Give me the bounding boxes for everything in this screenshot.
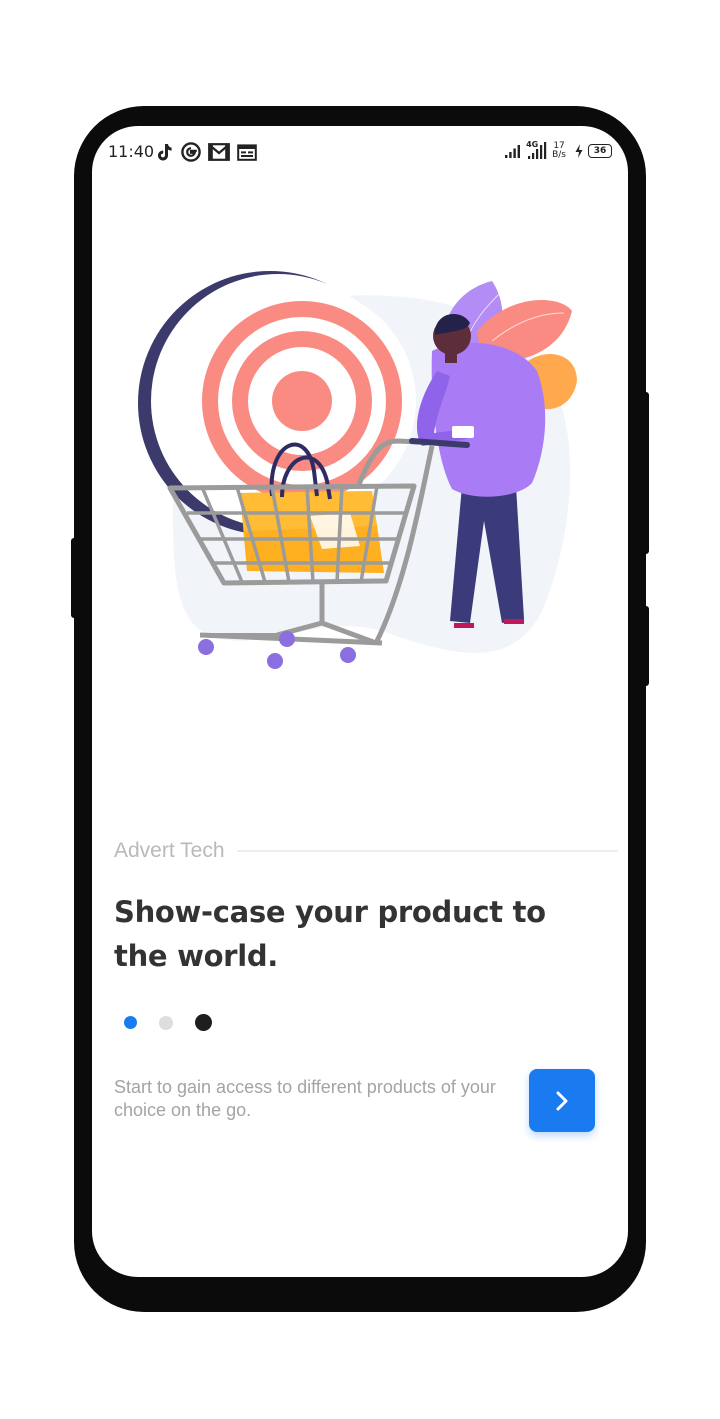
system-icons: 4G 17 B/s 36: [504, 140, 612, 162]
chevron-right-icon: [556, 1091, 568, 1110]
brand-divider: [236, 850, 618, 852]
network-speed-unit: B/s: [552, 150, 566, 160]
brand-row: Advert Tech: [114, 838, 618, 864]
page-dot-active[interactable]: [124, 1016, 137, 1029]
app-viewport: 11:40 4G 17 B/s 36 Advert Tech Show-case…: [0, 0, 720, 1419]
calendar-icon: [237, 144, 257, 161]
gmail-icon: [208, 143, 230, 161]
network-speed: 17 B/s: [552, 142, 566, 160]
page-indicator: [124, 1014, 212, 1031]
page-dot[interactable]: [195, 1014, 212, 1031]
side-button: [643, 606, 649, 686]
signal-icon: [505, 145, 521, 158]
volume-button: [71, 538, 77, 618]
charging-icon: [575, 144, 583, 158]
tiktok-icon: [158, 144, 172, 161]
power-button: [643, 392, 649, 554]
battery-level: 36: [593, 146, 607, 156]
brand-name: Advert Tech: [114, 839, 225, 862]
google-icon: [181, 142, 201, 162]
status-bar: 11:40 4G 17 B/s 36: [92, 126, 628, 178]
next-button[interactable]: [529, 1069, 595, 1132]
notification-icons: [156, 141, 257, 163]
phone-screen: 11:40 4G 17 B/s 36 Advert Tech Show-case…: [92, 126, 628, 1277]
onboarding-description: Start to gain access to different produc…: [114, 1077, 496, 1120]
battery-icon: 36: [588, 144, 612, 158]
signal-4g-icon: 4G: [526, 140, 548, 161]
onboarding-headline: Show-case your product to the world.: [114, 895, 546, 973]
status-time: 11:40: [108, 142, 155, 161]
page-dot[interactable]: [159, 1015, 173, 1030]
shopping-cart-illustration: [138, 271, 577, 669]
